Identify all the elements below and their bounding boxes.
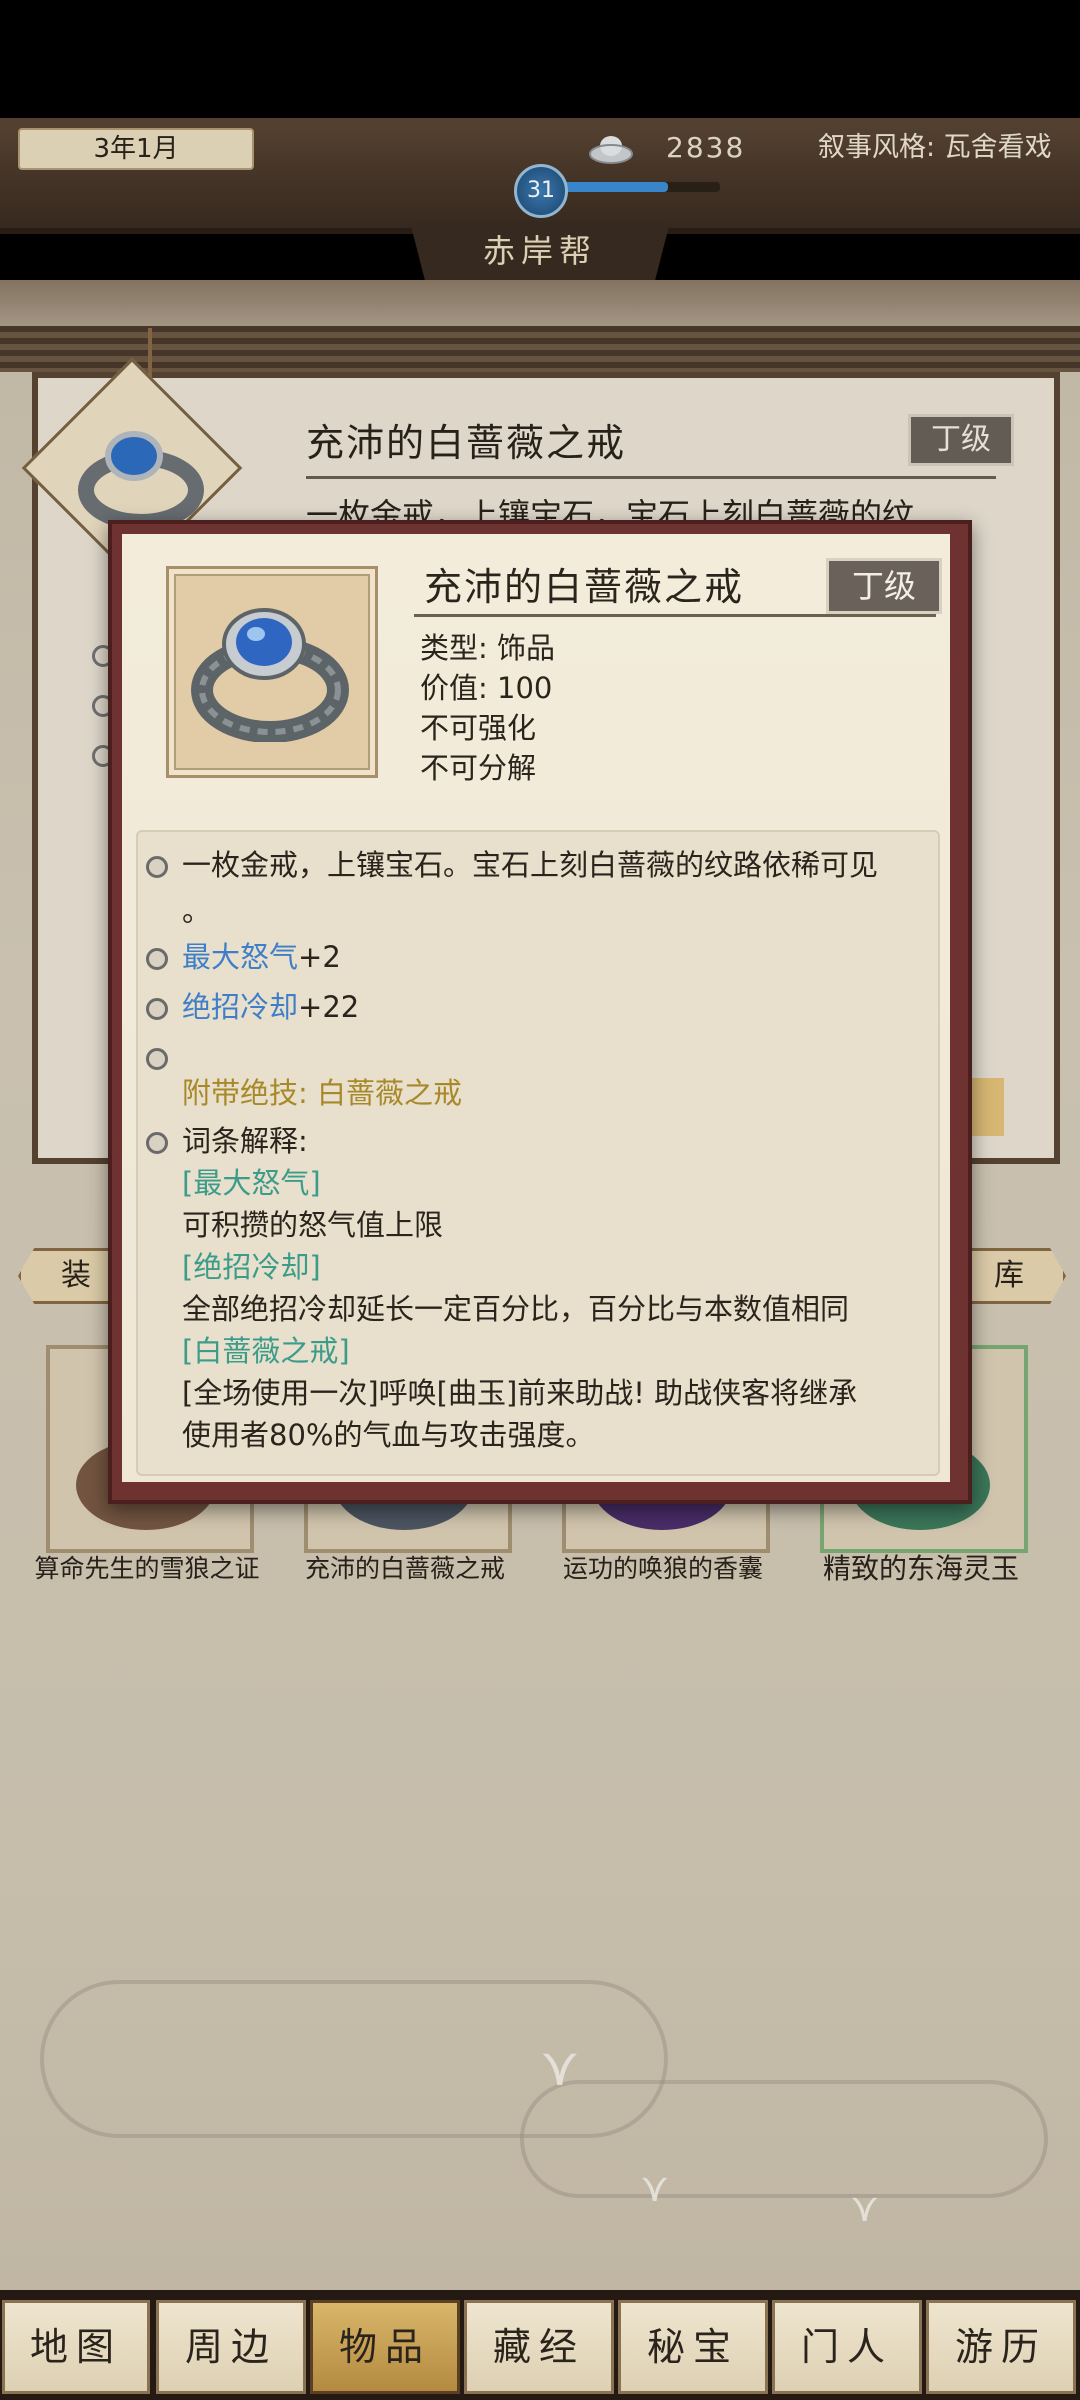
- term-description: [全场使用一次]呼唤[曲玉]前来助战! 助战侠客将继承: [182, 1376, 858, 1410]
- attached-skill: 附带绝技: 白蔷薇之戒: [182, 1076, 462, 1110]
- bullet-icon: [146, 856, 168, 878]
- nav-tab-map[interactable]: 地图: [2, 2300, 150, 2394]
- term-name: [绝招冷却]: [182, 1250, 321, 1284]
- bullet-icon: [146, 1048, 168, 1070]
- term-description: 全部绝招冷却延长一定百分比，百分比与本数值相同: [182, 1292, 850, 1326]
- item-description: 一枚金戒，上镶宝石。宝石上刻白蔷薇的纹路依稀可见: [182, 848, 879, 882]
- stat-value: +2: [298, 940, 341, 974]
- term-name: [白蔷薇之戒]: [182, 1334, 350, 1368]
- popup-grade-badge: 丁级: [826, 558, 942, 614]
- popup-divider: [414, 614, 936, 617]
- ring-icon: [191, 608, 349, 742]
- nav-tab-treasures[interactable]: 秘宝: [618, 2300, 768, 2394]
- item-decompose-status: 不可分解: [420, 751, 537, 785]
- popup-item-title: 充沛的白蔷薇之戒: [424, 565, 745, 609]
- bullet-icon: [146, 998, 168, 1020]
- bullet-icon: [146, 1132, 168, 1154]
- stat-value: +22: [298, 990, 360, 1024]
- nav-tab-scriptures[interactable]: 藏经: [464, 2300, 614, 2394]
- nav-tab-surroundings[interactable]: 周边: [156, 2300, 306, 2394]
- stat-line: 最大怒气+2: [182, 936, 341, 978]
- stat-name: 绝招冷却: [182, 990, 299, 1024]
- term-name: [最大怒气]: [182, 1166, 321, 1200]
- status-bar: [0, 0, 1080, 118]
- terms-title: 词条解释:: [182, 1124, 308, 1158]
- item-description-tail: 。: [182, 894, 212, 928]
- nav-tab-disciples[interactable]: 门人: [772, 2300, 922, 2394]
- term-description: 可积攒的怒气值上限: [182, 1208, 444, 1242]
- item-type: 类型: 饰品: [420, 631, 555, 665]
- bullet-icon: [146, 948, 168, 970]
- item-value: 价值: 100: [420, 671, 553, 705]
- nav-tab-items[interactable]: 物品: [310, 2300, 460, 2394]
- nav-tab-travel[interactable]: 游历: [926, 2300, 1076, 2394]
- term-description: 使用者80%的气血与攻击强度。: [182, 1418, 595, 1452]
- stat-line: 绝招冷却+22: [182, 986, 359, 1028]
- stat-name: 最大怒气: [182, 940, 299, 974]
- item-enhance-status: 不可强化: [420, 711, 537, 745]
